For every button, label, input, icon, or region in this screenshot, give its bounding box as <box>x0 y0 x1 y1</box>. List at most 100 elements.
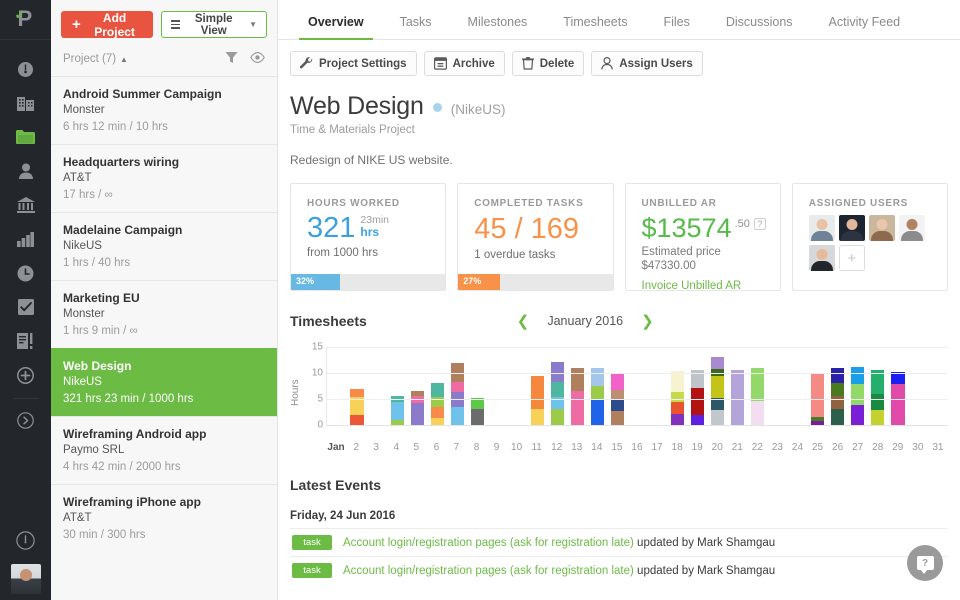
chart-bar-column[interactable] <box>547 347 567 425</box>
chart-bar-column[interactable] <box>467 347 487 425</box>
event-row[interactable]: task Account login/registration pages (as… <box>290 528 948 556</box>
chart-bar-column[interactable] <box>367 347 387 425</box>
chart-bar-column[interactable] <box>828 347 848 425</box>
project-settings-button[interactable]: Project Settings <box>290 51 417 76</box>
add-project-button[interactable]: + Add Project <box>61 11 154 39</box>
avatar-2[interactable] <box>838 215 865 241</box>
delete-button[interactable]: Delete <box>511 51 585 76</box>
chart-gridline <box>327 373 948 374</box>
assigned-users-label: ASSIGNED USERS <box>808 198 909 209</box>
tab-timesheets[interactable]: Timesheets <box>545 15 645 39</box>
avatar-3[interactable] <box>868 215 895 241</box>
chevron-left-icon[interactable]: ❮ <box>517 314 530 329</box>
delete-label: Delete <box>539 57 575 70</box>
tab-files[interactable]: Files <box>645 15 707 39</box>
archive-button[interactable]: Archive <box>423 51 505 76</box>
view-mode-dropdown[interactable]: Simple View ▼ <box>161 11 267 38</box>
user-avatar[interactable] <box>10 564 41 594</box>
chart-bar-column[interactable] <box>327 347 347 425</box>
tab-discussions[interactable]: Discussions <box>708 15 811 39</box>
chart-bar-segment <box>891 372 905 384</box>
avatar-5[interactable] <box>808 245 835 271</box>
event-type-badge: task <box>292 563 332 578</box>
project-list-item[interactable]: Wireframing Android app Paymo SRL 4 hrs 42… <box>51 416 277 484</box>
project-item-name: Web Design <box>63 359 132 373</box>
avatar-1[interactable] <box>808 215 835 241</box>
chart-bar-column[interactable] <box>888 347 908 425</box>
projects-icon[interactable] <box>0 120 51 154</box>
add-user-button[interactable]: + <box>838 245 865 271</box>
chart-x-tick: Jan <box>327 442 345 453</box>
chart-bar-column[interactable] <box>447 347 467 425</box>
chart-bar-column[interactable] <box>407 347 427 425</box>
tab-activity-feed[interactable]: Activity Feed <box>811 15 919 39</box>
page-title: Web Design <box>290 92 424 120</box>
avatar-4[interactable] <box>898 215 925 241</box>
chart-bar-column[interactable] <box>607 347 627 425</box>
project-item-client: NikeUS <box>63 376 102 388</box>
expand-icon[interactable] <box>0 403 51 437</box>
dashboard-icon[interactable] <box>0 52 51 86</box>
help-icon[interactable]: ? <box>753 218 766 230</box>
chart-bar-column[interactable] <box>928 347 948 425</box>
filter-icon[interactable] <box>225 51 238 67</box>
chart-bar-column[interactable] <box>487 347 507 425</box>
paymo-logo[interactable]: P ✓ <box>0 0 51 40</box>
clients-icon[interactable] <box>0 86 51 120</box>
chart-bar-column[interactable] <box>688 347 708 425</box>
chart-bar-column[interactable] <box>748 347 768 425</box>
chart-x-tick: 23 <box>771 442 783 453</box>
chart-bar-column[interactable] <box>387 347 407 425</box>
reports-icon[interactable] <box>0 222 51 256</box>
project-list-item[interactable]: Android Summer Campaign Monster 6 hrs 12 m… <box>51 76 277 144</box>
chart-bar-column[interactable] <box>848 347 868 425</box>
project-item-client: AT&T <box>63 512 92 524</box>
tab-tasks[interactable]: Tasks <box>382 15 450 39</box>
chart-bar-column[interactable] <box>808 347 828 425</box>
event-row[interactable]: task Account login/registration pages (as… <box>290 556 948 584</box>
eye-icon[interactable] <box>250 52 265 66</box>
chart-bar-column[interactable] <box>567 347 587 425</box>
chart-bar-column[interactable] <box>668 347 688 425</box>
project-list-item[interactable]: Marketing EU Monster 1 hrs 9 min / ∞ <box>51 280 277 348</box>
chart-bar-segment <box>670 391 685 402</box>
chart-bar-column[interactable] <box>868 347 888 425</box>
chart-bar-column[interactable] <box>728 347 748 425</box>
chart-bar-column[interactable] <box>788 347 808 425</box>
tab-overview[interactable]: Overview <box>290 15 382 40</box>
invoice-unbilled-link[interactable]: Invoice Unbilled AR <box>642 280 742 290</box>
completed-tasks-label: COMPLETED TASKS <box>474 198 584 209</box>
chart-bar-column[interactable] <box>527 347 547 425</box>
event-link[interactable]: Account login/registration pages (ask fo… <box>343 565 634 577</box>
chart-bar-column[interactable] <box>627 347 647 425</box>
help-button[interactable]: ? <box>907 545 943 581</box>
tab-milestones[interactable]: Milestones <box>450 15 546 39</box>
project-count-sort[interactable]: Project (7) ▲ <box>63 53 128 65</box>
event-link[interactable]: Account login/registration pages (ask fo… <box>343 537 634 549</box>
invoices-icon[interactable] <box>0 324 51 358</box>
chart-bar-column[interactable] <box>587 347 607 425</box>
chart-bar-column[interactable] <box>708 347 728 425</box>
add-icon[interactable] <box>0 358 51 392</box>
tasks-icon[interactable] <box>0 290 51 324</box>
chart-bar-column[interactable] <box>507 347 527 425</box>
chevron-down-icon: ▼ <box>249 20 257 29</box>
chart-bar-column[interactable] <box>347 347 367 425</box>
chart-bar-column[interactable] <box>908 347 928 425</box>
project-list-item[interactable]: Madelaine Campaign NikeUS 1 hrs / 40 hrs <box>51 212 277 280</box>
project-list-item[interactable]: Wireframing iPhone app AT&T 30 min / 300 h… <box>51 484 277 552</box>
project-list-item[interactable]: Web Design NikeUS 321 hrs 23 min / 1000 hr… <box>51 348 277 416</box>
assign-users-button[interactable]: Assign Users <box>591 51 703 76</box>
users-icon[interactable] <box>0 154 51 188</box>
chart-bar-segment <box>891 383 905 425</box>
bank-icon[interactable] <box>0 188 51 222</box>
chart-bar-column[interactable] <box>427 347 447 425</box>
chart-bar-segment <box>871 409 885 425</box>
chart-bars <box>327 347 948 425</box>
chart-bar-column[interactable] <box>648 347 668 425</box>
chevron-right-icon[interactable]: ❯ <box>641 314 654 329</box>
chart-bar-column[interactable] <box>768 347 788 425</box>
project-list-item[interactable]: Headquarters wiring AT&T 17 hrs / ∞ <box>51 144 277 212</box>
timesheets-icon[interactable] <box>0 256 51 290</box>
timer-icon[interactable] <box>0 520 51 560</box>
